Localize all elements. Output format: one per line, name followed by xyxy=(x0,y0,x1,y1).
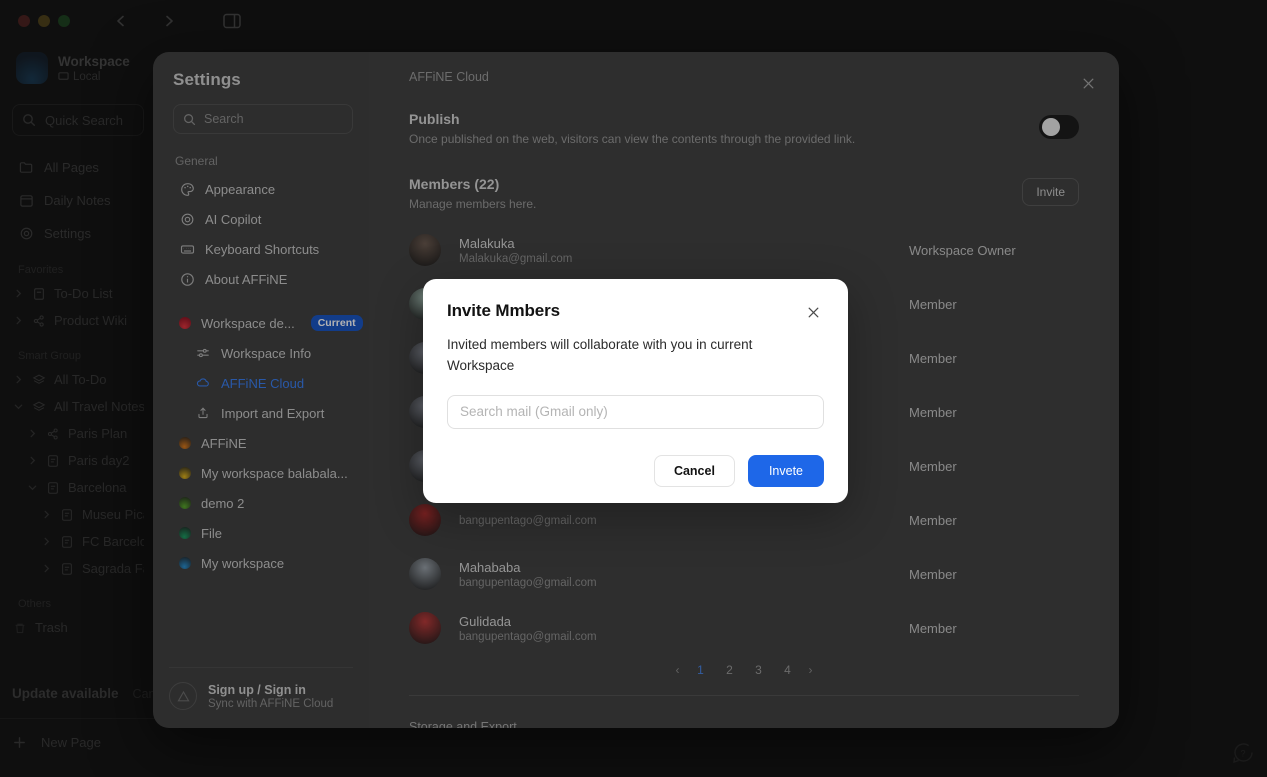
dialog-title: Invite Mmbers xyxy=(447,301,561,320)
app-window: Workspace Local Quick Search All Pages D… xyxy=(0,0,1267,777)
cancel-button[interactable]: Cancel xyxy=(653,454,735,487)
dialog-actions: Cancel Invete xyxy=(447,454,824,487)
invite-members-dialog: Invite Mmbers Invited members will colla… xyxy=(423,279,848,503)
dialog-description: Invited members will collaborate with yo… xyxy=(447,337,753,373)
search-mail-input[interactable] xyxy=(447,394,824,429)
dialog-header: Invite Mmbers xyxy=(447,301,824,323)
close-icon[interactable] xyxy=(802,301,824,323)
invite-submit-button[interactable]: Invete xyxy=(747,454,824,487)
